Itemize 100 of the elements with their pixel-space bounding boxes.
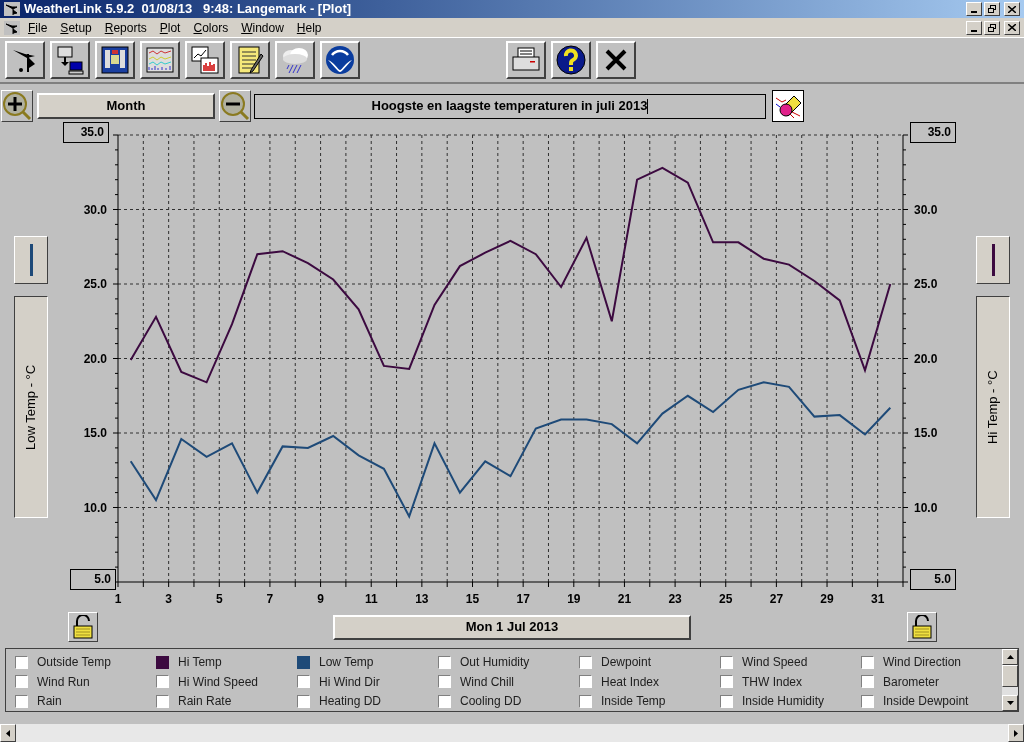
series-label: Wind Direction [883, 654, 962, 671]
menu-item[interactable]: File [28, 18, 48, 37]
series-label: Wind Speed [742, 654, 808, 671]
menu-item[interactable]: Help [296, 18, 322, 37]
range-field[interactable]: 5.0 [70, 569, 116, 590]
minimize-button[interactable] [966, 2, 982, 16]
window-title: WeatherLink 5.9.2 01/08/13 9:48: Langemark - [Plot] [24, 0, 352, 19]
series-label: Hi Wind Speed [178, 673, 259, 691]
series-label: Inside Temp [601, 693, 666, 711]
printer-tool-button[interactable] [506, 41, 546, 79]
series-checkbox[interactable] [15, 655, 28, 669]
series-checkbox[interactable] [156, 655, 169, 669]
close-tool-button[interactable] [596, 41, 636, 79]
series-label: Hi Wind Dir [319, 673, 380, 691]
close-button[interactable] [1004, 20, 1020, 35]
range-field[interactable]: 35.0 [910, 122, 956, 143]
series-checkbox[interactable] [720, 655, 733, 669]
series-checkbox[interactable] [438, 675, 451, 689]
x-tick-label: 27 [769, 592, 784, 606]
minimize-button[interactable] [966, 20, 982, 35]
weather-vane-tool-button[interactable] [5, 41, 45, 79]
axis-label-button[interactable]: Hi Temp - °C [976, 296, 1010, 518]
scroll-up-icon [1006, 655, 1014, 659]
series-checkbox[interactable] [579, 655, 592, 669]
padlock-icon [911, 615, 933, 639]
menu-item[interactable]: Window [241, 18, 284, 37]
series-checkbox[interactable] [156, 694, 169, 708]
axis-label-button[interactable]: Low Temp - °C [14, 296, 48, 518]
menu-item[interactable]: Plot [159, 18, 181, 37]
series-checkbox[interactable] [297, 694, 310, 708]
vertical-scrollbar[interactable] [1002, 649, 1018, 711]
lock-button[interactable] [907, 612, 937, 642]
scroll-down-icon [1006, 701, 1014, 705]
series-label: Inside Humidity [742, 693, 825, 711]
x-tick-label: 15 [465, 592, 480, 606]
x-tick-label: 1 [114, 592, 122, 606]
y-tick-label: 15.0 [914, 426, 938, 440]
line-chart-tool-button[interactable] [140, 41, 180, 79]
app-icon [4, 2, 20, 16]
series-checkbox[interactable] [15, 675, 28, 689]
close-icon [1008, 5, 1016, 13]
minimize-icon [971, 11, 977, 13]
range-field[interactable]: 35.0 [63, 122, 109, 143]
series-checkbox[interactable] [156, 675, 169, 689]
document-icon [4, 20, 20, 35]
series-checkbox[interactable] [438, 694, 451, 708]
series-checkbox[interactable] [579, 694, 592, 708]
series-checkbox[interactable] [297, 655, 310, 669]
scroll-left-icon [6, 729, 10, 737]
series-checkbox[interactable] [438, 655, 451, 669]
menu-item[interactable]: Reports [104, 18, 147, 37]
notepad-tool-button[interactable] [230, 41, 270, 79]
x-tick-label: 17 [516, 592, 530, 606]
scroll-right-icon [1014, 729, 1018, 737]
eraser-button[interactable] [772, 90, 804, 122]
series-checkbox[interactable] [579, 675, 592, 689]
series-label: Barometer [883, 673, 940, 691]
series-checkbox[interactable] [861, 694, 874, 708]
console-tool-button[interactable] [95, 41, 135, 79]
horizontal-scrollbar[interactable] [0, 724, 1024, 742]
zoom-out-button[interactable] [219, 90, 251, 122]
chart-windows-icon [189, 44, 221, 76]
series-label: Out Humidity [460, 654, 530, 671]
y-tick-label: 30.0 [914, 202, 938, 217]
rain-cloud-tool-button[interactable] [275, 41, 315, 79]
y-tick-label: 25.0 [83, 277, 107, 291]
series-checkbox[interactable] [720, 675, 733, 689]
zoom-out-icon [220, 91, 250, 121]
date-button[interactable]: Mon 1 Jul 2013 [333, 614, 691, 640]
series-checkbox[interactable] [15, 694, 28, 708]
menu-item[interactable]: Colors [193, 18, 229, 37]
restore-button[interactable] [984, 20, 1000, 35]
y-tick-label: 30.0 [83, 202, 107, 217]
range-field[interactable]: 5.0 [910, 569, 956, 590]
zoom-in-button[interactable] [1, 90, 33, 122]
help-tool-button[interactable] [551, 41, 591, 79]
series-label: Outside Temp [37, 654, 111, 671]
chart-windows-tool-button[interactable] [185, 41, 225, 79]
restore-icon [988, 23, 996, 32]
padlock-icon [72, 615, 94, 639]
line-style-button[interactable] [976, 236, 1010, 284]
emblem-tool-button[interactable] [320, 41, 360, 79]
x-tick-label: 23 [668, 592, 682, 606]
station-computer-tool-button[interactable] [50, 41, 90, 79]
series-checkbox[interactable] [861, 675, 874, 689]
line-sample-icon [991, 244, 995, 276]
series-checkbox[interactable] [861, 655, 874, 669]
period-button[interactable]: Month [37, 93, 215, 119]
line-style-button[interactable] [14, 236, 48, 284]
restore-button[interactable] [984, 2, 1000, 16]
y-tick-label: 10.0 [83, 500, 107, 515]
close-button[interactable] [1004, 2, 1020, 16]
console-icon [99, 44, 131, 76]
x-tick-label: 3 [165, 592, 172, 606]
lock-button[interactable] [68, 612, 98, 642]
series-checkbox[interactable] [720, 694, 733, 708]
menu-item[interactable]: Setup [60, 18, 92, 37]
series-checkbox[interactable] [297, 675, 310, 689]
series-label: Wind Chill [460, 673, 514, 691]
plot-title-field[interactable]: Hoogste en laagste temperaturen in juli 2013 [254, 93, 766, 119]
